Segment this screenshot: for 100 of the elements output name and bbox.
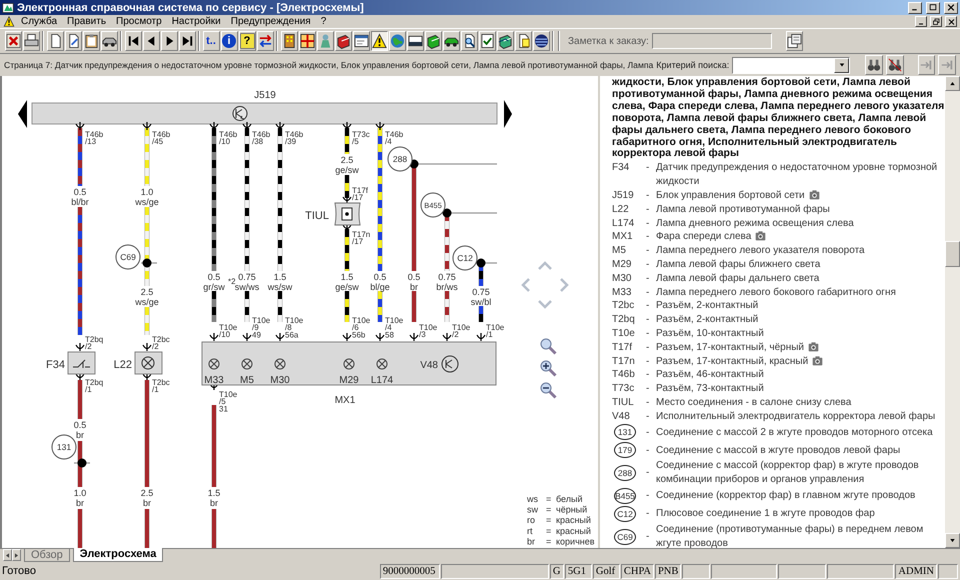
globe-icon: [390, 33, 404, 49]
zoom-icon[interactable]: [540, 338, 557, 355]
component-label: M33: [204, 375, 224, 386]
component-description: Место соединения - в салоне снизу слева: [656, 396, 852, 408]
books-icon: [498, 33, 512, 49]
component-code: T17n: [612, 354, 636, 368]
next-sheet-button[interactable]: [12, 549, 21, 561]
dash: -: [646, 426, 650, 440]
find-next-button[interactable]: [886, 55, 904, 75]
camera-icon[interactable]: [808, 188, 821, 200]
zoom-in-icon[interactable]: [540, 360, 557, 377]
component-code: MX1: [612, 230, 634, 244]
search-criteria-combobox[interactable]: [732, 56, 850, 74]
component-code: J519: [612, 188, 635, 203]
component-label: M30: [270, 375, 290, 386]
junction-tag: 131: [52, 434, 76, 460]
camera-icon[interactable]: [754, 230, 768, 242]
toolbar-button[interactable]: i: [220, 31, 238, 51]
color-name: коричнев: [556, 536, 595, 546]
connector-label: T46b /4: [375, 121, 404, 146]
component-label: J519: [254, 90, 276, 101]
camera-icon[interactable]: [811, 354, 824, 366]
dash: -: [646, 326, 650, 341]
minimize-button[interactable]: [915, 16, 927, 27]
transistor-icon: [232, 106, 248, 121]
status-panel: [827, 564, 894, 578]
sheet-tab[interactable]: Обзор: [24, 549, 70, 562]
component-label: F34: [46, 359, 65, 371]
menu-item[interactable]: Править: [63, 15, 110, 28]
drive-icon: [408, 33, 422, 49]
component-description: Разъём, 73-контактный: [656, 383, 764, 394]
component-description: Соединение с массой в жгуте проводов левой фары: [656, 444, 900, 456]
menu-item[interactable]: Служба: [17, 15, 62, 28]
wire-label: 1.5 ge/sw: [335, 272, 359, 292]
previous-result-button[interactable]: [918, 55, 936, 75]
dropdown-button[interactable]: [834, 58, 850, 72]
previous-sheet-button[interactable]: [3, 549, 12, 561]
note-label: *2: [228, 277, 236, 286]
junction-code: B455: [614, 488, 636, 504]
sheet-tab[interactable]: Электросхема: [72, 548, 164, 562]
component-description: Соединение с массой 2 в жгуте проводов моторного отсека: [656, 426, 933, 438]
dash: -: [646, 489, 650, 503]
connector-label: T10e /1: [476, 323, 504, 342]
color-name: красный: [556, 526, 591, 536]
note-button[interactable]: [786, 31, 804, 51]
book-icon: [336, 33, 350, 49]
dash: -: [646, 161, 650, 176]
zoom-out-icon[interactable]: [540, 382, 557, 399]
scrollbar-thumb[interactable]: [945, 241, 960, 267]
color-code: rt: [527, 526, 532, 536]
wire-label: 2.5 br: [140, 488, 154, 508]
connector-label: T2bq /1: [75, 371, 104, 394]
component-description: Разъём, 2-контактный: [656, 300, 758, 312]
next-result-button[interactable]: [938, 55, 956, 75]
menu-item[interactable]: ?: [316, 15, 330, 28]
connector-label: T17n /17: [342, 222, 370, 246]
arrow-icon: [919, 58, 934, 72]
equals-sign: =: [546, 536, 552, 546]
minimize-button[interactable]: [908, 2, 922, 14]
status-panel: 5G1: [564, 564, 592, 578]
switch-symbol: [68, 352, 96, 374]
swap-arrows-icon: [258, 33, 272, 49]
menu-item[interactable]: Предупреждения: [226, 15, 315, 28]
up-caret-icon: [949, 81, 956, 86]
color-code: ws: [527, 494, 538, 504]
grid-icon: [300, 33, 314, 49]
wire-label: 0.5 br: [408, 272, 420, 292]
dash: -: [646, 368, 650, 382]
menu-item[interactable]: Просмотр: [112, 15, 166, 28]
wire-label: 0.5 br: [74, 420, 86, 440]
dash: -: [646, 202, 650, 217]
dash: -: [646, 410, 650, 424]
status-panel: G: [550, 564, 564, 578]
toolbar-button[interactable]: t..: [202, 31, 220, 51]
printer-icon: [24, 33, 38, 49]
camera-icon[interactable]: [807, 340, 820, 352]
close-icon: [946, 18, 956, 26]
component-code: M5: [612, 244, 627, 258]
toolbar-button[interactable]: [370, 31, 388, 51]
component-code: TIUL: [612, 396, 635, 410]
scroll-left-icon[interactable]: [18, 100, 27, 128]
dash: -: [646, 507, 650, 521]
wire-label: 0.5 gr/sw: [203, 272, 225, 292]
scrollbar[interactable]: [945, 76, 960, 548]
component-code: T2bc: [612, 299, 636, 314]
dash: -: [646, 286, 650, 300]
scroll-right-icon[interactable]: [504, 100, 512, 128]
component-description: Соединение с массой (корректор фар) в жгуте проводов комбинации приборов и органов управления: [656, 460, 919, 486]
wire-label: 0.5 bl/br: [71, 187, 89, 207]
close-button[interactable]: [944, 2, 958, 14]
maximize-button[interactable]: [926, 2, 940, 14]
component-description: Лампа переднего левого бокового габаритного огня: [656, 286, 896, 298]
component-code: M30: [612, 272, 632, 286]
restore-button[interactable]: [930, 16, 942, 27]
menu-item[interactable]: Настройки: [168, 15, 225, 28]
dash: -: [646, 244, 650, 258]
status-panel: 9000000005: [380, 564, 440, 578]
find-button[interactable]: [865, 55, 883, 75]
connector-label: T46b /13: [75, 121, 104, 146]
close-button[interactable]: [945, 16, 957, 27]
